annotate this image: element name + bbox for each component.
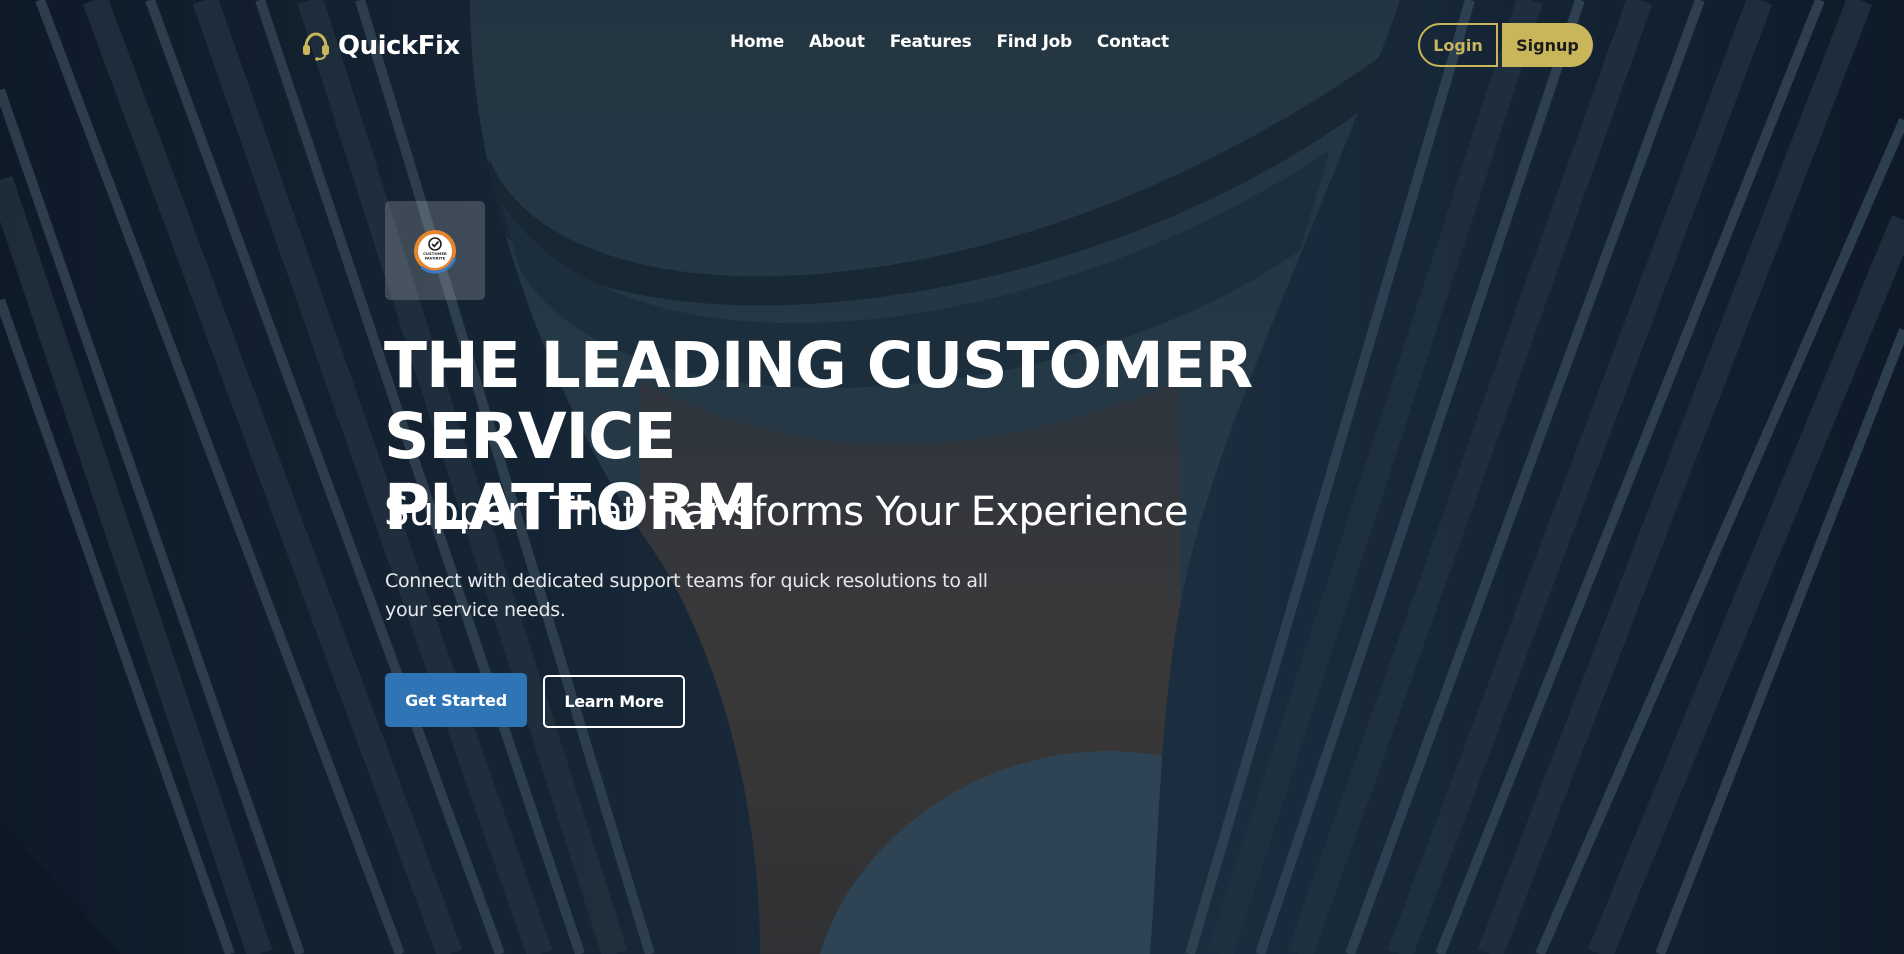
auth-buttons: Login Signup bbox=[1418, 23, 1593, 67]
nav-link-home[interactable]: Home bbox=[730, 32, 784, 52]
brand-logo[interactable]: QuickFix bbox=[300, 26, 460, 66]
brand-name: QuickFix bbox=[338, 31, 460, 61]
get-started-button[interactable]: Get Started bbox=[385, 673, 527, 727]
hero-description: Connect with dedicated support teams for… bbox=[385, 570, 988, 621]
hero-title-line-1: THE LEADING CUSTOMER SERVICE bbox=[384, 329, 1253, 473]
svg-text:FAVORITE: FAVORITE bbox=[425, 255, 446, 260]
customer-favorite-badge: CUSTOMER FAVORITE bbox=[385, 201, 485, 300]
headset-icon bbox=[303, 32, 329, 61]
nav-link-find-job[interactable]: Find Job bbox=[996, 32, 1072, 52]
nav-link-features[interactable]: Features bbox=[890, 32, 972, 52]
navbar: QuickFix Home About Features Find Job Co… bbox=[0, 0, 1904, 92]
hero-subtitle: Support That Transforms Your Experience bbox=[384, 489, 1188, 535]
nav-link-contact[interactable]: Contact bbox=[1097, 32, 1169, 52]
signup-button[interactable]: Signup bbox=[1502, 23, 1593, 67]
learn-more-button[interactable]: Learn More bbox=[543, 675, 685, 728]
nav-link-about[interactable]: About bbox=[809, 32, 865, 52]
hero-section: QuickFix Home About Features Find Job Co… bbox=[0, 0, 1904, 954]
login-button[interactable]: Login bbox=[1418, 23, 1498, 67]
main-nav: Home About Features Find Job Contact bbox=[730, 32, 1169, 52]
badge-icon: CUSTOMER FAVORITE bbox=[412, 228, 458, 273]
